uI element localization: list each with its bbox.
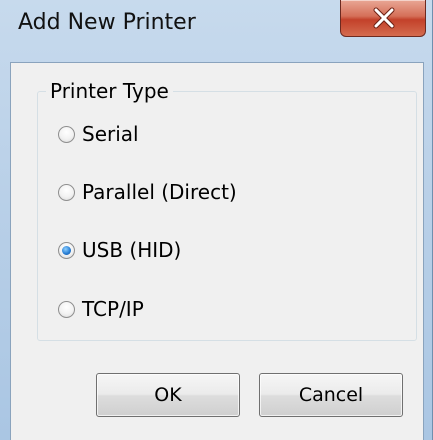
cancel-button[interactable]: Cancel bbox=[259, 373, 403, 417]
radio-option-usb[interactable]: USB (HID) bbox=[58, 237, 181, 263]
radio-label-serial: Serial bbox=[82, 122, 139, 146]
radio-option-tcpip[interactable]: TCP/IP bbox=[58, 296, 144, 322]
printer-type-group: Printer Type Serial Parallel (Direct) US… bbox=[37, 79, 417, 341]
radio-label-usb: USB (HID) bbox=[82, 238, 182, 262]
dialog-body: Printer Type Serial Parallel (Direct) US… bbox=[10, 62, 424, 440]
radio-label-parallel: Parallel (Direct) bbox=[82, 180, 237, 204]
title-bar[interactable]: Add New Printer bbox=[0, 0, 433, 62]
radio-button-selected[interactable] bbox=[58, 241, 75, 259]
radio-option-serial[interactable]: Serial bbox=[58, 121, 139, 147]
add-new-printer-dialog: Add New Printer Printer Type Serial Para… bbox=[0, 0, 433, 440]
window-title: Add New Printer bbox=[18, 10, 196, 35]
close-icon bbox=[373, 7, 395, 29]
ok-button[interactable]: OK bbox=[96, 373, 240, 417]
radio-button[interactable] bbox=[58, 183, 75, 201]
radio-button[interactable] bbox=[58, 125, 75, 143]
radio-button[interactable] bbox=[58, 300, 75, 318]
radio-label-tcpip: TCP/IP bbox=[82, 297, 144, 321]
close-button[interactable] bbox=[340, 0, 426, 37]
radio-option-parallel[interactable]: Parallel (Direct) bbox=[58, 179, 237, 205]
printer-type-label: Printer Type bbox=[46, 79, 173, 103]
